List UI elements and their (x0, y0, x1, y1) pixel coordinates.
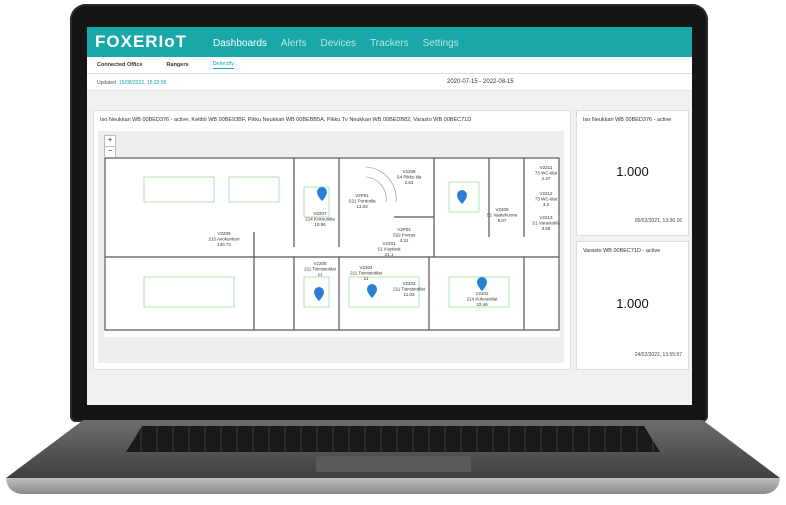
room-label: 214 Kokoustilat (467, 297, 499, 302)
card-timestamp: 05/02/2021, 13:36:16 (634, 218, 682, 224)
room-label: V2206 (217, 231, 231, 236)
room-label: 11 (364, 276, 369, 281)
room-label: 130.73 (217, 242, 231, 247)
nav-alerts[interactable]: Alerts (281, 36, 307, 49)
date-range-picker[interactable]: 2020-07-15 - 2022-08-15 (447, 79, 514, 85)
sensor-pin-icon[interactable] (317, 187, 327, 201)
room-label: 73 WC-tilat (535, 171, 558, 176)
room-label: V2205 (313, 261, 327, 266)
laptop-base (6, 420, 780, 498)
nav-devices[interactable]: Devices (320, 36, 356, 49)
room-label: S1 Vaatehuone (487, 213, 518, 218)
top-navigation-bar: FOXERIoT Dashboards Alerts Devices Track… (87, 27, 692, 57)
room-label: 11.03 (404, 292, 415, 297)
sensor-status-card: Varasto WB 00BEC71D - active 1.000 24/02… (576, 241, 689, 370)
room-label: 2.63 (405, 180, 414, 185)
card-value: 1.000 (616, 164, 649, 179)
room-label: 13.03 (356, 204, 368, 209)
main-nav: Dashboards Alerts Devices Trackers Setti… (213, 36, 473, 49)
nav-dashboards[interactable]: Dashboards (213, 36, 267, 49)
keyboard (126, 426, 660, 452)
foxeriot-logo[interactable]: FOXERIoT (95, 32, 213, 52)
room-label: 211 Toimistotilat (393, 287, 426, 292)
sensor-pin-icon[interactable] (457, 190, 467, 204)
card-title: Varasto WB 00BEC71D - active (583, 248, 661, 254)
room-label: S21 Porttotila (348, 199, 376, 204)
room-label: V2P02 (397, 227, 411, 232)
room-label: V2P01 (355, 193, 369, 198)
zoom-out-button[interactable]: − (105, 147, 115, 157)
sensor-pin-icon[interactable] (367, 284, 377, 298)
room-label: 8.07 (498, 218, 507, 223)
room-label: S1 Varastotila (532, 221, 560, 226)
room-label: 73 WC-tilat (535, 197, 558, 202)
map-area[interactable]: + − V2206 215 Avokonttori 130.73 V2207 2… (98, 131, 564, 363)
floor-plan-drawing: V2206215 Avokonttori130.73V2207214 Kokou… (104, 157, 560, 331)
app-screen: FOXERIoT Dashboards Alerts Devices Track… (87, 27, 692, 405)
zoom-in-button[interactable]: + (105, 136, 115, 147)
tab-connected-office[interactable]: Connected Office (97, 62, 143, 68)
sensor-status-card: Iso Neukkari WB 00BED376 - active 1.000 … (576, 110, 689, 236)
updated-timestamp: 15/08/2022, 15:32:58 (119, 80, 167, 86)
card-title: Iso Neukkari WB 00BED376 - active (583, 117, 672, 123)
room-label: 22.46 (476, 302, 488, 307)
laptop-front-edge (6, 478, 780, 494)
sensor-pin-icon[interactable] (314, 287, 324, 301)
map-panel-title: Iso Neukkari WB 00BED376 - active, Keitt… (100, 117, 472, 123)
room-label: 3.2 (543, 202, 550, 207)
room-label: V2213 (539, 215, 553, 220)
room-label: V2212 (539, 191, 553, 196)
tab-detectify[interactable]: Detectify (212, 61, 234, 69)
room-label: 3.65 (542, 226, 551, 231)
dashboard-tabs: Connected Office Rangers Detectify (87, 57, 692, 74)
tab-rangers[interactable]: Rangers (167, 62, 189, 68)
zoom-controls: + − (104, 135, 116, 158)
sensor-pin-icon[interactable] (477, 277, 487, 291)
room-label: S22 Porras (393, 233, 416, 238)
room-label: 215 Avokonttori (209, 237, 240, 242)
room-label: 211 Toimistotilat (350, 271, 383, 276)
touchpad (316, 456, 471, 472)
updated-label: Updated (97, 80, 116, 86)
room-label: S1 Käytävä (377, 247, 401, 252)
nav-settings[interactable]: Settings (423, 36, 459, 49)
card-value: 1.000 (616, 296, 649, 311)
room-label: V2208 (402, 169, 416, 174)
floor-plan: V2206 215 Avokonttori 130.73 V2207 214 Kokou… (104, 157, 560, 337)
room-label: 21.1 (385, 252, 394, 257)
nav-trackers[interactable]: Trackers (370, 36, 409, 49)
room-label: V2203 (402, 281, 416, 286)
room-label: S4 Pikku tila (397, 175, 422, 180)
room-label: 4.31 (400, 238, 409, 243)
room-label: 211 Toimistotilat (304, 267, 337, 272)
room-label: V2202 (475, 291, 489, 296)
date-bar: Updated 15/08/2022, 15:32:58 2020-07-15 … (87, 74, 692, 91)
room-label: 11 (318, 272, 323, 277)
card-timestamp: 24/02/2022, 13:55:57 (634, 352, 682, 358)
room-label: V2207 (313, 211, 327, 216)
room-label: 2.37 (542, 176, 551, 181)
floor-map-panel: Iso Neukkari WB 00BED376 - active, Keitt… (93, 110, 571, 370)
room-label: 214 Kokoustila (305, 217, 335, 222)
room-label: 10.96 (314, 222, 326, 227)
room-label: V2211 (540, 165, 553, 170)
room-label: V2201 (382, 241, 396, 246)
room-label: V2204 (359, 265, 373, 270)
room-label: V2209 (495, 207, 509, 212)
